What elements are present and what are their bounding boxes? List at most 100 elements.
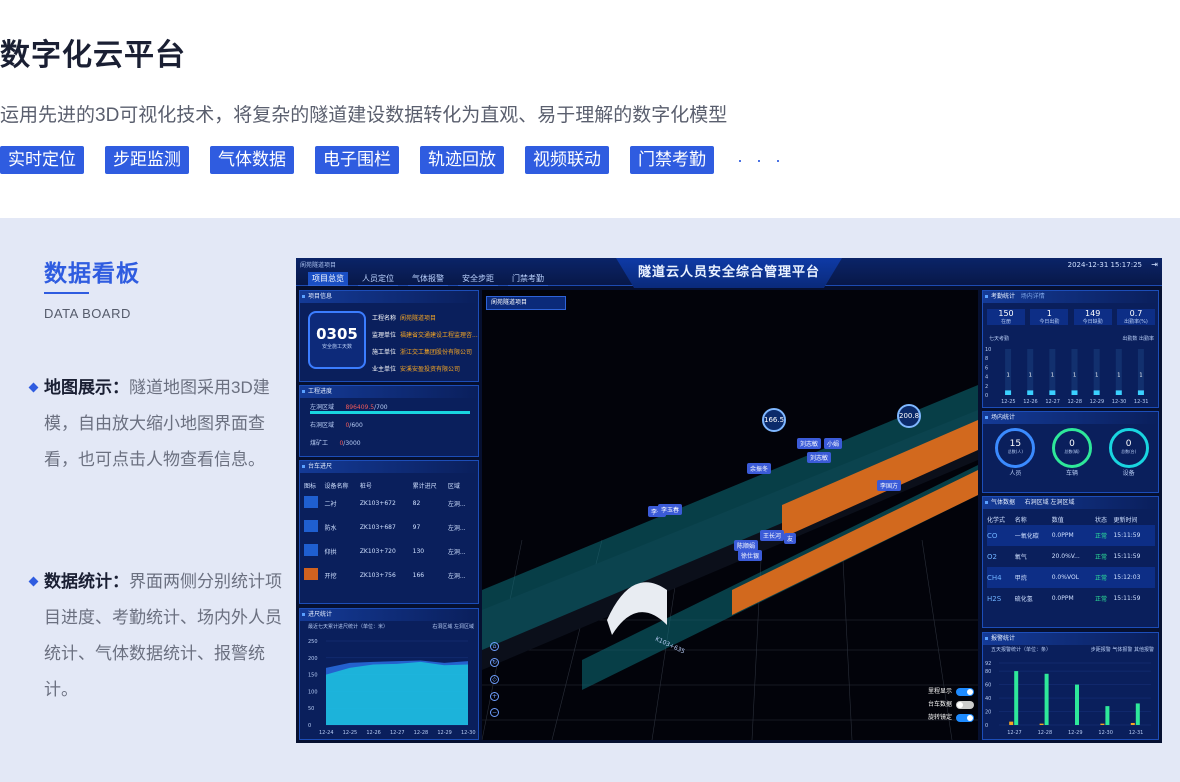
progress-panel: 工程进度 左洞区域 896409.5/700 右洞区域 0/600 煤矿工 0/…: [299, 385, 479, 457]
y-tick-label: 8: [985, 356, 988, 362]
chart-legend: 右洞区域 左洞区域: [432, 624, 474, 630]
rotate-icon[interactable]: ↻: [490, 658, 499, 667]
person-label[interactable]: 李国方: [877, 480, 902, 491]
advance-panel: 进尺统计 最近七天累计进尺统计（单位：米） 右洞区域 左洞区域 250 200 15…: [299, 608, 479, 740]
toggle-rotate-lock[interactable]: [956, 713, 974, 722]
board-underline: [44, 292, 89, 294]
person-label[interactable]: 王长河: [760, 530, 785, 541]
tag-gas-data[interactable]: 气体数据: [210, 146, 294, 174]
alarm-chart: 92 80 60 40 20 0 12-27 12-28 12-29 12-30 12-31: [985, 661, 1151, 736]
alarm-bar: [1130, 722, 1135, 725]
panel-title: 项目信息: [300, 291, 478, 303]
alarm-bar: [1075, 684, 1079, 725]
tab-inside-detail[interactable]: 场内详情: [1021, 293, 1045, 300]
page-subtitle: 运用先进的3D可视化技术，将复杂的隧道建设数据转化为直观、易于理解的数字化模型: [0, 105, 728, 126]
chart-legend: 步距报警 气体报警 其他报警: [1090, 647, 1154, 653]
stake-circle[interactable]: 200.8: [897, 404, 921, 428]
project-info-panel: 项目信息 0305 安全施工天数 工程名称 阆苑隧道项目 监理单位 福建省交通建设工…: [299, 290, 479, 382]
person-label[interactable]: 刘志敏: [797, 438, 822, 449]
x-tick-label: 12-25: [1001, 399, 1016, 405]
home-icon[interactable]: ⌂: [490, 642, 499, 651]
alarm-bar: [1039, 723, 1044, 725]
tag-video-link[interactable]: 视频联动: [525, 146, 609, 174]
attendance-bar: [1093, 390, 1100, 395]
logout-icon[interactable]: ⇥: [1151, 260, 1158, 269]
x-tick-label: 12-28: [1038, 730, 1053, 736]
attendance-chart: 0 2 4 6 8 10 1 12-25 1 12-26 1 12-27 1 12-28 1 12-29 1 12…: [985, 347, 1148, 405]
nav-project-overview[interactable]: 项目总览: [308, 272, 348, 286]
table-row: O2 氧气 20.0%V... 正常 15:11:59: [987, 552, 1141, 562]
x-tick-label: 12-26: [366, 730, 381, 736]
y-tick-label: 40: [985, 696, 991, 702]
x-tick-label: 12-27: [1045, 399, 1060, 405]
attendance-bar: [1027, 390, 1034, 395]
x-tick-label: 12-28: [414, 730, 429, 736]
y-tick-label: 50: [308, 706, 314, 712]
person-label[interactable]: 徐仕银: [738, 550, 763, 561]
tag-realtime-location[interactable]: 实时定位: [0, 146, 84, 174]
stake-circle[interactable]: 166.5: [762, 408, 786, 432]
table-row: 二衬 ZK103+672 82 左洞...: [304, 491, 474, 515]
zoom-in-icon[interactable]: +: [490, 692, 499, 701]
trolley-icon: [304, 496, 318, 508]
series-area: [326, 661, 468, 725]
y-tick-label: 92: [985, 661, 991, 667]
bar-value-label: 1: [1007, 372, 1010, 378]
person-label[interactable]: 友: [784, 533, 797, 544]
inside-stats: 15 总数(人) 人员 0 总数(辆) 车辆 0 总数(台) 设备: [987, 428, 1157, 477]
person-label[interactable]: 刘志敏: [807, 452, 832, 463]
panel-title: 工程进度: [300, 386, 478, 398]
y-tick-label: 6: [985, 365, 988, 371]
bar-value-label: 1: [1095, 372, 1098, 378]
x-tick-label: 12-29: [1068, 730, 1083, 736]
feature-label: 数据统计：: [44, 572, 129, 591]
progress-row: 煤矿工 0/3000: [310, 440, 361, 447]
table-row: 仰拱 ZK103+720 130 左洞...: [304, 539, 474, 563]
toggle-mileage[interactable]: [956, 687, 974, 696]
panel-title: 场内统计: [983, 412, 1158, 424]
intro-section: 数字化云平台 运用先进的3D可视化技术，将复杂的隧道建设数据转化为直观、易于理解…: [0, 0, 1180, 218]
board-title: 数据看板: [44, 260, 140, 286]
nav-gas-alarm[interactable]: 气体报警: [408, 272, 448, 286]
person-label[interactable]: 余振冬: [747, 463, 772, 474]
attendance-stats: 150 在册 1 今日出勤 149 今日缺勤 0.7 出勤率(%): [987, 309, 1155, 325]
y-tick-label: 0: [985, 393, 988, 399]
panel-title: 气体数据 右洞区域 左洞区域: [983, 497, 1158, 509]
dashboard-title: 隧道云人员安全综合管理平台: [616, 258, 842, 288]
tag-track-replay[interactable]: 轨迹回放: [420, 146, 504, 174]
nav-person-location[interactable]: 人员定位: [358, 272, 398, 286]
alarm-bar: [1009, 721, 1014, 725]
project-select[interactable]: 阆苑隧道项目: [486, 296, 566, 310]
tag-step-monitor[interactable]: 步距监测: [105, 146, 189, 174]
person-label[interactable]: 小娟: [824, 438, 843, 449]
dashboard-datetime: 2024-12-31 15:17:25: [1067, 261, 1142, 269]
project-crumb[interactable]: 阆苑隧道项目: [300, 260, 336, 269]
tunnel-3d-scene[interactable]: 阆苑隧道项目 166.5 200.8 刘志敏 小娟 刘志敏 余振冬 李国方 李一…: [482, 290, 978, 740]
trolley-icon: [304, 568, 318, 580]
gas-table: 化学式 名称 数值 状态 更新时间 CO 一氧化碳 0.0PPM 正常 15:11:59 O2 氧…: [987, 513, 1155, 609]
view-3d-icon[interactable]: ◇: [490, 675, 499, 684]
tag-access-attendance[interactable]: 门禁考勤: [630, 146, 714, 174]
tab-left-zone[interactable]: 左洞区域: [1051, 499, 1075, 506]
bar-value-label: 1: [1139, 372, 1142, 378]
nav-safe-step[interactable]: 安全步距: [458, 272, 498, 286]
x-tick-label: 12-24: [319, 730, 334, 736]
feature-tags: 实时定位 步距监测 气体数据 电子围栏 轨迹回放 视频联动 门禁考勤 · · ·: [0, 146, 785, 174]
y-tick-label: 100: [308, 689, 318, 695]
y-tick-label: 60: [985, 683, 991, 689]
page-title: 数字化云平台: [0, 39, 186, 72]
nav-access[interactable]: 门禁考勤: [508, 272, 548, 286]
zoom-out-icon[interactable]: −: [490, 708, 499, 717]
x-tick-label: 12-30: [1112, 399, 1127, 405]
dashboard-preview: 阆苑隧道项目 项目总览 人员定位 气体报警 安全步距 门禁考勤 隧道云人员安全综…: [296, 258, 1162, 743]
attendance-bar: [1071, 390, 1078, 395]
x-tick-label: 12-26: [1023, 399, 1038, 405]
board-section: 数据看板 DATA BOARD 地图展示：隧道地图采用3D建模，自由放大缩小地图…: [0, 218, 1180, 782]
alarm-bar: [1100, 723, 1105, 725]
alarm-bar: [1105, 706, 1110, 725]
alarm-bar: [1044, 673, 1049, 725]
toggle-trolley-data[interactable]: [956, 700, 974, 709]
tag-e-fence[interactable]: 电子围栏: [315, 146, 399, 174]
tab-right-zone[interactable]: 右洞区域: [1025, 499, 1049, 506]
person-label[interactable]: 李玉春: [658, 504, 683, 515]
